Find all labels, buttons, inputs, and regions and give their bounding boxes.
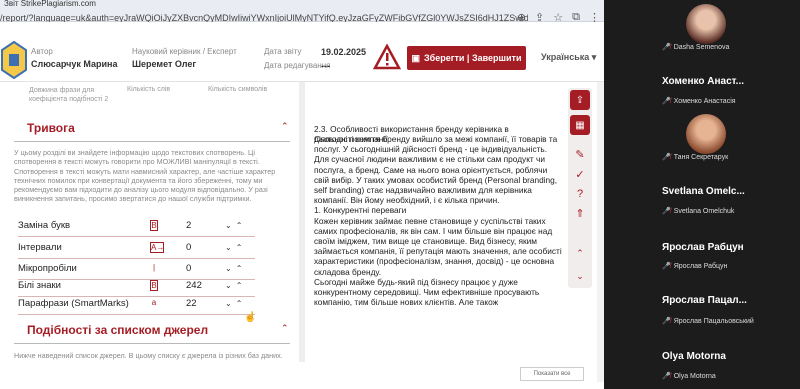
participant-name: Ярослав Рабцун — [662, 242, 744, 253]
doc-paragraph: Сьогодні поняття бренду вийшло за межі к… — [314, 134, 558, 206]
chevron-up-icon[interactable]: ⌃ — [576, 248, 584, 259]
word-count-stat: Кількість слів — [127, 86, 171, 93]
sources-section-title[interactable]: Подібності за списком джерел — [27, 323, 208, 337]
metric-symbol: A→ — [150, 242, 165, 253]
metric-label: Інтервали — [18, 242, 62, 253]
mic-muted-icon: 🎤̸ — [662, 208, 671, 215]
participant-name: Olya Motorna — [662, 351, 726, 362]
metric-label: Заміна букв — [18, 220, 71, 231]
divider — [14, 343, 290, 344]
alert-description: У цьому розділі ви знайдете інформацію щ… — [14, 148, 276, 204]
chevron-up-icon[interactable]: ⌃ — [281, 323, 289, 334]
browser-window: Звіт StrikePlagiarism.com /report/?langu… — [0, 0, 604, 389]
language-select[interactable]: Українська ▾ — [541, 52, 596, 63]
metric-value: 0 — [186, 242, 192, 253]
comment-icon[interactable]: ✎ — [575, 148, 584, 161]
chevron-down-icon[interactable]: ⌄ — [576, 271, 584, 282]
avatar — [686, 114, 726, 154]
author-name: Слюсарчук Марина — [31, 59, 118, 69]
chevron-up-icon[interactable]: ⌃ — [281, 121, 289, 132]
participant-name: Хоменко Анаст... — [662, 76, 745, 87]
supervisor-name: Шеремет Олег — [132, 59, 197, 69]
date-submitted-value: 19.02.2025 — [321, 47, 367, 57]
participant-label: 🎤̸ Dasha Semenova — [662, 44, 730, 51]
sources-description: Нижче наведений список джерел. В цьому с… — [14, 351, 283, 360]
metric-value: 2 — [186, 220, 192, 231]
chevron-down-icon: ▾ — [591, 52, 597, 62]
doc-paragraph: 1. Конкурентні переваги — [314, 205, 407, 216]
participant-label: 🎤̸ Ярослав Рабцун — [662, 263, 728, 270]
doc-paragraph: Кожен керівник займає певне становище у … — [314, 215, 562, 277]
metric-row-paraphrases: Парафрази (SmartMarks) a 22 ⌄⌃ — [18, 293, 255, 315]
navigate-arrows-icon[interactable]: ⌄⌃ — [225, 299, 246, 308]
save-finish-button[interactable]: ▣ Зберегти | Завершити — [407, 46, 526, 70]
author-label: Автор — [31, 47, 53, 56]
metric-row-intervals: Інтервали A→ 0 ⌄⌃ — [18, 237, 255, 259]
participant-name: Svetlana Omelc... — [662, 186, 745, 197]
up-icon[interactable]: ⇑ — [575, 207, 584, 220]
show-all-button[interactable]: Показати все — [520, 367, 584, 381]
participant-label: 🎤̸ Svetlana Omelchuk — [662, 208, 735, 215]
document-body: Сьогодні поняття бренду вийшло за межі к… — [314, 134, 564, 307]
rail-scroll-buttons: ⌃ ⌄ — [570, 248, 590, 288]
warning-icon — [373, 44, 401, 70]
cursor-icon: ☝ — [244, 312, 257, 323]
metric-symbol: B — [150, 280, 158, 291]
phrase-length-stat: Довжина фрази для коефіцієнта подібності… — [29, 87, 109, 103]
left-scrollbar[interactable] — [299, 82, 305, 362]
metric-value: 0 — [186, 263, 192, 274]
mic-muted-icon: 🎤̸ — [662, 154, 671, 161]
metric-label: Білі знаки — [18, 280, 61, 291]
supervisor-label: Науковий керівник / Експерт — [132, 47, 237, 56]
rail-buttons: ✎ ✓ ? ⇑ — [570, 140, 590, 240]
gallery-icon[interactable]: ▦ — [570, 115, 590, 135]
university-logo-icon — [0, 40, 27, 80]
mic-muted-icon: 🎤̸ — [662, 318, 671, 325]
address-bar[interactable]: Звіт StrikePlagiarism.com /report/?langu… — [0, 0, 604, 24]
doc-paragraph: Сьогодні майже будь-який під бізнесу пра… — [314, 276, 540, 308]
metric-value: 22 — [186, 298, 197, 309]
participant-label: 🎤̸ Хоменко Анастасія — [662, 98, 736, 105]
metric-symbol: a — [151, 298, 157, 307]
participant-label: 🎤̸ Olya Motorna — [662, 373, 716, 380]
page-scrollbar[interactable] — [597, 82, 604, 382]
navigate-arrows-icon[interactable]: ⌄⌃ — [225, 243, 246, 252]
mic-muted-icon: 🎤̸ — [662, 44, 671, 51]
avatar — [686, 4, 726, 44]
metric-value: 242 — [186, 280, 202, 291]
share-icon[interactable]: ⇪ — [570, 90, 590, 110]
participant-name: Ярослав Пацал... — [662, 295, 747, 306]
metric-symbol: B — [150, 220, 158, 231]
navigate-arrows-icon[interactable]: ⌄⌃ — [225, 264, 246, 273]
metric-label: Парафрази (SmartMarks) — [18, 298, 129, 309]
window-title: Звіт StrikePlagiarism.com — [4, 0, 96, 8]
date-submitted-label: Дата звіту — [264, 47, 302, 56]
save-button-label: Зберегти | Завершити — [424, 53, 522, 63]
metric-label: Мікропробіли — [18, 263, 77, 274]
check-icon[interactable]: ✓ — [575, 168, 584, 181]
participant-label: 🎤̸ Таня Секретарук — [662, 154, 729, 161]
divider — [14, 141, 290, 142]
participant-label: 🎤̸ Ярослав Пацальовський — [662, 318, 754, 325]
char-count-stat: Кількість символів — [208, 86, 268, 93]
date-edited-value: --- — [321, 61, 330, 71]
navigate-arrows-icon[interactable]: ⌄⌃ — [225, 221, 246, 230]
metric-symbol: | — [152, 263, 156, 272]
metric-row-letter-replacement: Заміна букв B 2 ⌄⌃ — [18, 215, 255, 237]
help-icon[interactable]: ? — [577, 188, 583, 200]
navigate-arrows-icon[interactable]: ⌄⌃ — [225, 281, 246, 290]
mic-muted-icon: 🎤̸ — [662, 263, 671, 270]
save-icon: ▣ — [411, 52, 421, 63]
mic-muted-icon: 🎤̸ — [662, 373, 671, 380]
mic-muted-icon: 🎤̸ — [662, 98, 671, 105]
language-label: Українська — [541, 52, 590, 62]
alert-section-title[interactable]: Тривога — [27, 121, 75, 135]
